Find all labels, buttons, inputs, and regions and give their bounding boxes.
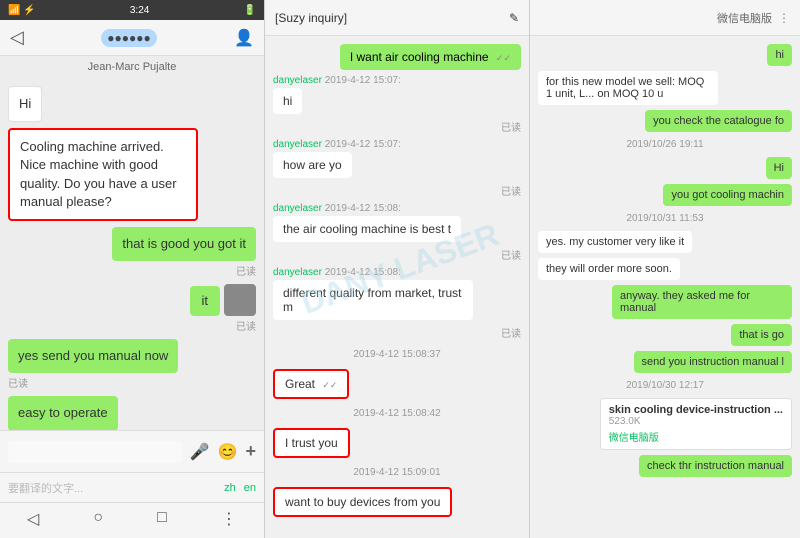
left-header-contact: ●●●●●● [101,29,157,47]
file-label: 微信电脑版 [609,429,783,444]
right-msg-got-cooling: you got cooling machin [663,184,792,206]
edit-icon[interactable]: ✎ [509,11,519,25]
mid-msg-hi: hi [273,88,302,114]
left-chat-area[interactable]: Hi Cooling machine arrived. Nice machine… [0,78,264,430]
mid-timestamp-2: 2019-4-12 15:08:42 [273,408,521,419]
mid-read-1: 已读 [501,119,521,134]
mid-sender-1: danyelaser 2019-4-12 15:07: [273,75,401,86]
mid-read-4: 已读 [501,325,521,340]
read-status-3: 已读 [8,375,178,390]
mid-msg-air-cooling: I want air cooling machine ✓✓ [340,44,521,70]
mid-msg-buy: want to buy devices from you [273,487,452,517]
lang-zh[interactable]: zh [224,482,236,494]
right-timestamp-2: 2019/10/31 11:53 [538,213,792,224]
mid-read-2: 已读 [501,183,521,198]
right-msg-customer: yes. my customer very like it [538,231,692,253]
right-msg-manual-req: anyway. they asked me for manual [612,285,792,319]
mid-sender-2: danyelaser 2019-4-12 15:07: [273,139,401,150]
mid-timestamp-3: 2019-4-12 15:09:01 [273,467,521,478]
msg-yes-send-manual: yes send you manual now [8,339,178,373]
translate-bar: 要翻译的文字... zh en [0,472,264,502]
mid-msg-great: Great ✓✓ [273,369,349,399]
msg-it: it [190,286,221,316]
msg-hi: Hi [8,86,42,122]
right-header-label: 微信电脑版 [717,10,772,26]
msg-easy-to-operate: easy to operate [8,396,118,430]
back-nav-icon[interactable]: ◁ [27,509,39,532]
mid-msg-best: the air cooling machine is best t [273,216,461,242]
left-footer: 🎤 😊 + [0,430,264,472]
mid-sender-4: danyelaser 2019-4-12 15:08: [273,267,401,278]
person-icon[interactable]: 👤 [234,28,254,48]
msg-that-is-good: that is good you got it [112,227,256,261]
mid-read-3: 已读 [501,247,521,262]
mid-msg-howareyou: how are yo [273,152,352,178]
right-msg-thatis: that is go [731,324,792,346]
right-header-icon: ⋮ [778,11,790,25]
mid-sender-3: danyelaser 2019-4-12 15:08: [273,203,401,214]
right-timestamp-3: 2019/10/30 12:17 [538,380,792,391]
read-status-1: 已读 [236,263,256,278]
right-msg-check-instruction: check thr instruction manual [639,455,792,477]
left-chat-panel: 📶 ⚡ 3:24 🔋 ◁ ●●●●●● 👤 Jean-Marc Pujalte … [0,0,265,538]
msg-cooling-arrived: Cooling machine arrived. Nice machine wi… [8,128,198,221]
status-right: 🔋 [244,5,256,16]
status-time: 3:24 [130,5,149,16]
add-icon[interactable]: + [245,441,256,462]
right-chat-panel: 微信电脑版 ⋮ hi for this new model we sell: M… [530,0,800,538]
read-status-2: 已读 [236,318,256,333]
translate-placeholder: 要翻译的文字... [8,480,83,496]
right-msg-file-card: skin cooling device-instruction ... 523.… [600,398,792,450]
recent-nav-icon[interactable]: □ [157,509,167,532]
middle-chat-area[interactable]: I want air cooling machine ✓✓ danyelaser… [265,36,529,538]
left-header: ◁ ●●●●●● 👤 [0,20,264,56]
lang-en[interactable]: en [244,482,256,494]
status-left: 📶 ⚡ [8,5,36,16]
mid-msg-trust: I trust you [273,428,350,458]
menu-nav-icon[interactable]: ⋮ [221,509,237,532]
file-size: 523.0K [609,416,783,427]
file-title: skin cooling device-instruction ... [609,404,783,416]
right-timestamp-1: 2019/10/26 19:11 [538,139,792,150]
right-msg-order: they will order more soon. [538,258,680,280]
left-header-placeholder: ◁ [10,27,24,48]
right-header: 微信电脑版 ⋮ [530,0,800,36]
mid-msg-quality: different quality from market, trust m [273,280,473,320]
message-input[interactable] [8,441,182,463]
mid-timestamp-1: 2019-4-12 15:08:37 [273,349,521,360]
right-chat-area[interactable]: hi for this new model we sell: MOQ 1 uni… [530,36,800,538]
right-msg-hi: hi [767,44,792,66]
avatar [224,284,256,316]
right-msg-hi2: Hi [766,157,792,179]
middle-header: [Suzy inquiry] ✎ [265,0,529,36]
emoji-icon[interactable]: 😊 [218,442,238,462]
status-bar: 📶 ⚡ 3:24 🔋 [0,0,264,20]
right-msg-moq: for this new model we sell: MOQ 1 unit, … [538,71,718,105]
home-nav-icon[interactable]: ○ [93,509,103,532]
nav-bar: ◁ ○ □ ⋮ [0,502,264,538]
right-msg-instruction: send you instruction manual l [634,351,792,373]
middle-title: [Suzy inquiry] [275,11,347,25]
mic-icon[interactable]: 🎤 [190,442,210,462]
middle-chat-panel: [Suzy inquiry] ✎ I want air cooling mach… [265,0,530,538]
right-msg-catalogue: you check the catalogue fo [645,110,792,132]
main-container: DANY LASER 📶 ⚡ 3:24 🔋 ◁ ●●●●●● 👤 Jean-Ma… [0,0,800,538]
contact-name: Jean-Marc Pujalte [0,56,264,78]
